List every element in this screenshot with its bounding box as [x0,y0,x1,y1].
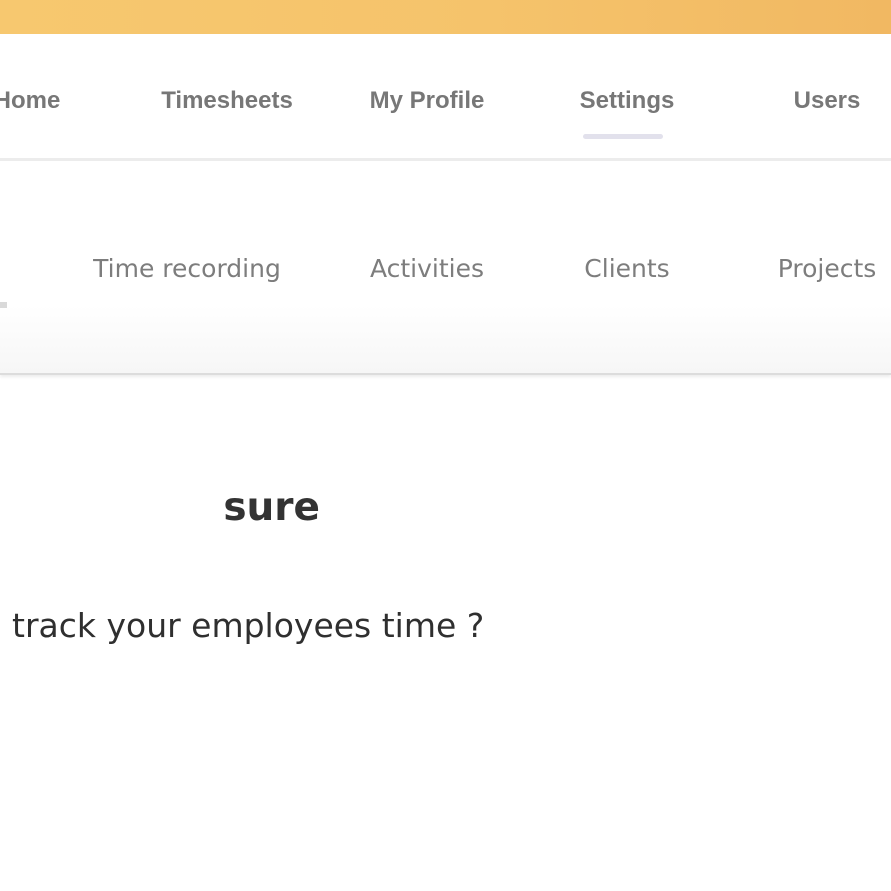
subnav-item-clients[interactable]: Clients [584,254,669,283]
nav-item-settings[interactable]: Settings [580,87,675,115]
subnav-item-time-recording[interactable]: Time recording [93,254,281,283]
subnav-active-indicator [0,302,7,308]
subnav-item-projects[interactable]: Projects [778,254,877,283]
main-navigation: Home Timesheets My Profile Settings User… [0,34,891,161]
nav-item-timesheets[interactable]: Timesheets [161,87,293,115]
section-heading: sure [223,485,320,531]
top-header-bar [0,0,891,34]
nav-item-my-profile[interactable]: My Profile [370,87,485,115]
active-tab-underline [583,134,663,139]
subnav-item-activities[interactable]: Activities [370,254,484,283]
nav-item-users[interactable]: Users [794,87,861,115]
settings-subnavigation: Time recording Activities Clients Projec… [0,161,891,375]
nav-item-home[interactable]: Home [0,87,60,115]
section-question: track your employees time ? [12,606,485,645]
